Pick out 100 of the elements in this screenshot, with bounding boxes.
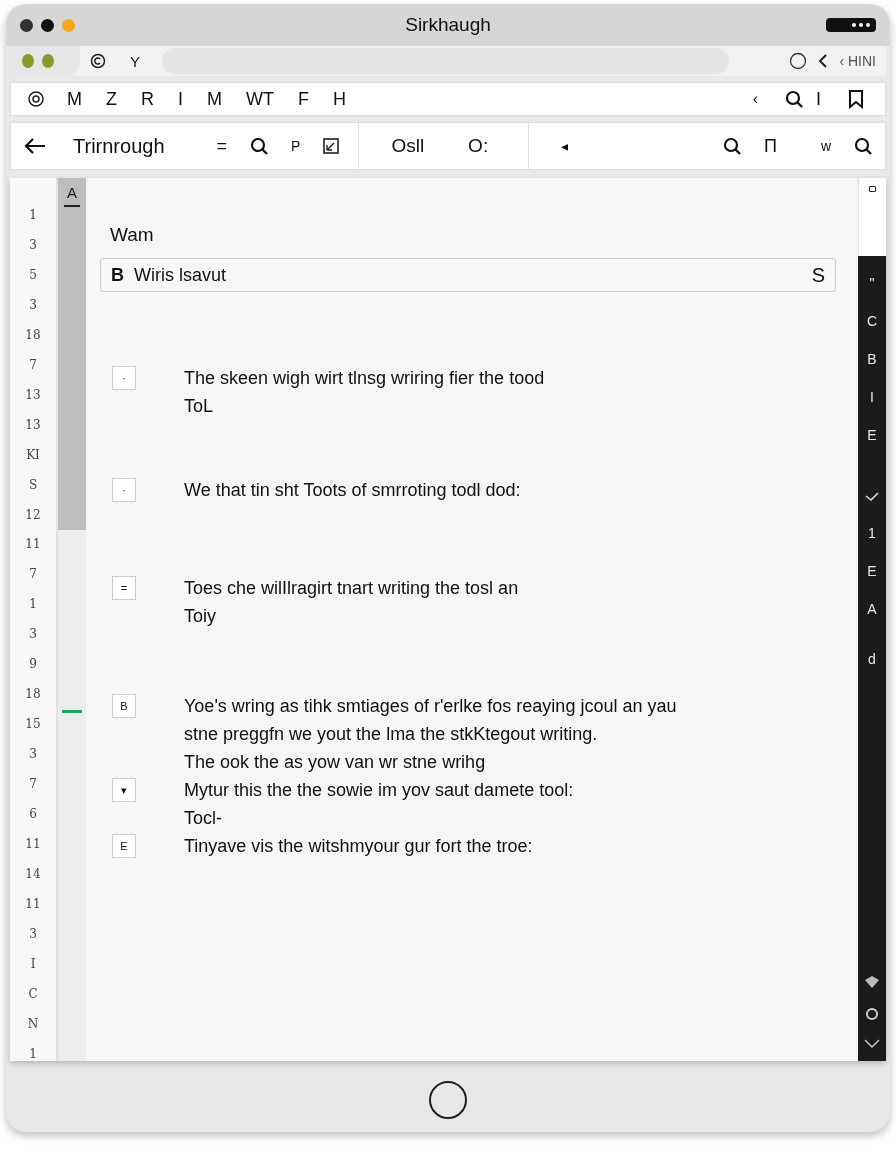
side-tool[interactable]: ": [869, 264, 875, 302]
check-icon[interactable]: [865, 492, 879, 502]
line-number: 11: [25, 537, 41, 552]
item-text: Toes che wilIlragirt tnart writing the tosl an Toiy: [184, 577, 519, 628]
list-marker[interactable]: B: [112, 694, 136, 718]
minimize-dot-icon[interactable]: [41, 18, 54, 32]
position-marker: [62, 710, 82, 713]
circle-icon[interactable]: [789, 52, 808, 70]
line-number: I: [30, 956, 36, 971]
line-number: 13: [25, 417, 41, 432]
line-number: 18: [25, 687, 41, 702]
toolbar-button[interactable]: w: [798, 138, 853, 154]
toolbar-button[interactable]: P: [269, 138, 323, 154]
menu-item[interactable]: Z: [94, 88, 129, 110]
search-icon[interactable]: [853, 136, 873, 156]
section-heading: Wam: [110, 224, 155, 246]
menu-item[interactable]: M: [195, 88, 234, 110]
side-tool[interactable]: E: [867, 416, 877, 454]
line-number: 7: [29, 567, 37, 582]
dot-icon: [42, 54, 54, 68]
menu-item[interactable]: I: [166, 88, 195, 110]
field-prefix: B: [111, 264, 124, 286]
list-marker[interactable]: ·: [112, 478, 136, 502]
line-number: 3: [29, 926, 37, 941]
dot-icon: [22, 54, 34, 68]
bookmark-icon[interactable]: [847, 89, 865, 109]
menu-item[interactable]: WT: [234, 88, 286, 110]
line-number: 11: [25, 837, 41, 851]
line-number: 18: [25, 327, 41, 342]
target-icon[interactable]: [27, 90, 45, 108]
copyright-icon[interactable]: [90, 53, 106, 69]
menu-item[interactable]: H: [321, 88, 358, 110]
document-title: Trirnrough: [73, 134, 165, 158]
menu-item[interactable]: ‹: [740, 90, 770, 108]
tab-label[interactable]: ‹ HINI: [839, 53, 876, 69]
menu-item[interactable]: F: [286, 88, 321, 110]
line-number: 3: [29, 297, 37, 312]
line-number: 12: [25, 507, 41, 522]
menu-item[interactable]: I: [804, 88, 833, 110]
list-marker[interactable]: E: [112, 834, 136, 858]
shield-icon[interactable]: [864, 975, 880, 989]
side-tool[interactable]: C: [866, 302, 878, 340]
zoom-dot-icon[interactable]: [62, 18, 75, 32]
line-number: 6: [29, 807, 37, 822]
line-number: 11: [25, 896, 41, 911]
toolbar-button[interactable]: =: [194, 135, 250, 157]
home-button[interactable]: [429, 1080, 467, 1119]
chevron-down-icon[interactable]: [864, 1039, 880, 1049]
toolbar-button[interactable]: ◂: [539, 138, 591, 154]
line-number: 1: [29, 208, 37, 222]
side-tool[interactable]: 1: [868, 514, 876, 552]
line-number: 14: [25, 866, 41, 881]
line-number: 5: [29, 267, 37, 282]
search-icon[interactable]: [249, 136, 270, 156]
line-number: 3: [29, 747, 37, 762]
side-tool[interactable]: A: [867, 590, 877, 628]
line-number: 13: [25, 387, 41, 402]
item-text: Tinyave vis the witshmyour gur fort the troe:: [184, 835, 533, 858]
item-text: The skeen wigh wirt tlnsg wriring fier the tood ToL: [184, 367, 545, 418]
side-tool[interactable]: E: [867, 552, 877, 590]
item-text: We that tin sht Toots of smrroting todl dod:: [184, 479, 521, 502]
side-tool[interactable]: I: [870, 378, 874, 416]
close-dot-icon[interactable]: [20, 18, 33, 32]
menu-item[interactable]: M: [55, 88, 94, 110]
resize-icon[interactable]: [322, 137, 341, 155]
toolbar-button[interactable]: Π: [741, 135, 799, 157]
chevron-left-icon[interactable]: [817, 53, 830, 69]
line-number: 1: [29, 597, 37, 612]
search-icon[interactable]: [784, 89, 804, 109]
field-suffix: S: [811, 263, 825, 287]
tab-label[interactable]: Y: [130, 52, 140, 70]
line-number: S: [28, 477, 38, 492]
line-number: KI: [26, 447, 40, 462]
side-tool[interactable]: d: [868, 640, 876, 678]
rectangle-icon[interactable]: [869, 186, 876, 192]
line-number: C: [28, 986, 38, 1001]
line-number: 7: [29, 777, 37, 792]
battery-icon: [826, 18, 876, 32]
list-marker[interactable]: =: [112, 576, 136, 600]
back-arrow-icon[interactable]: [23, 137, 47, 155]
item-text: Yoe's wring as tihk smtiages of r'erlke fos reaying jcoul an yau stne preggfn we yout the lma the stkKtegout writing. The ook the as yow van wr stne wrihg: [184, 695, 677, 774]
window-title: Sirkhaugh: [405, 14, 491, 36]
line-number: 3: [29, 237, 37, 252]
item-text: Mytur this the the sowie im yov saut damete tool: Tocl-: [184, 779, 574, 830]
list-marker[interactable]: ▾: [112, 778, 136, 802]
line-number: 15: [25, 717, 41, 732]
field-value: Wiris lsavut: [134, 264, 226, 286]
line-number: N: [27, 1016, 39, 1031]
toolbar-button[interactable]: Osll: [369, 135, 447, 157]
search-icon[interactable]: [721, 136, 742, 156]
rail-label: A: [67, 184, 77, 201]
dash-icon: [64, 205, 80, 207]
menu-item[interactable]: R: [129, 88, 166, 110]
line-number: 1: [29, 1046, 37, 1061]
line-number: 3: [29, 627, 37, 642]
input-field[interactable]: B Wiris lsavut S: [100, 258, 836, 292]
side-tool[interactable]: B: [867, 340, 877, 378]
scroll-region[interactable]: A: [58, 178, 86, 530]
list-marker[interactable]: ·: [112, 366, 136, 390]
toolbar-button[interactable]: O:: [446, 135, 511, 157]
